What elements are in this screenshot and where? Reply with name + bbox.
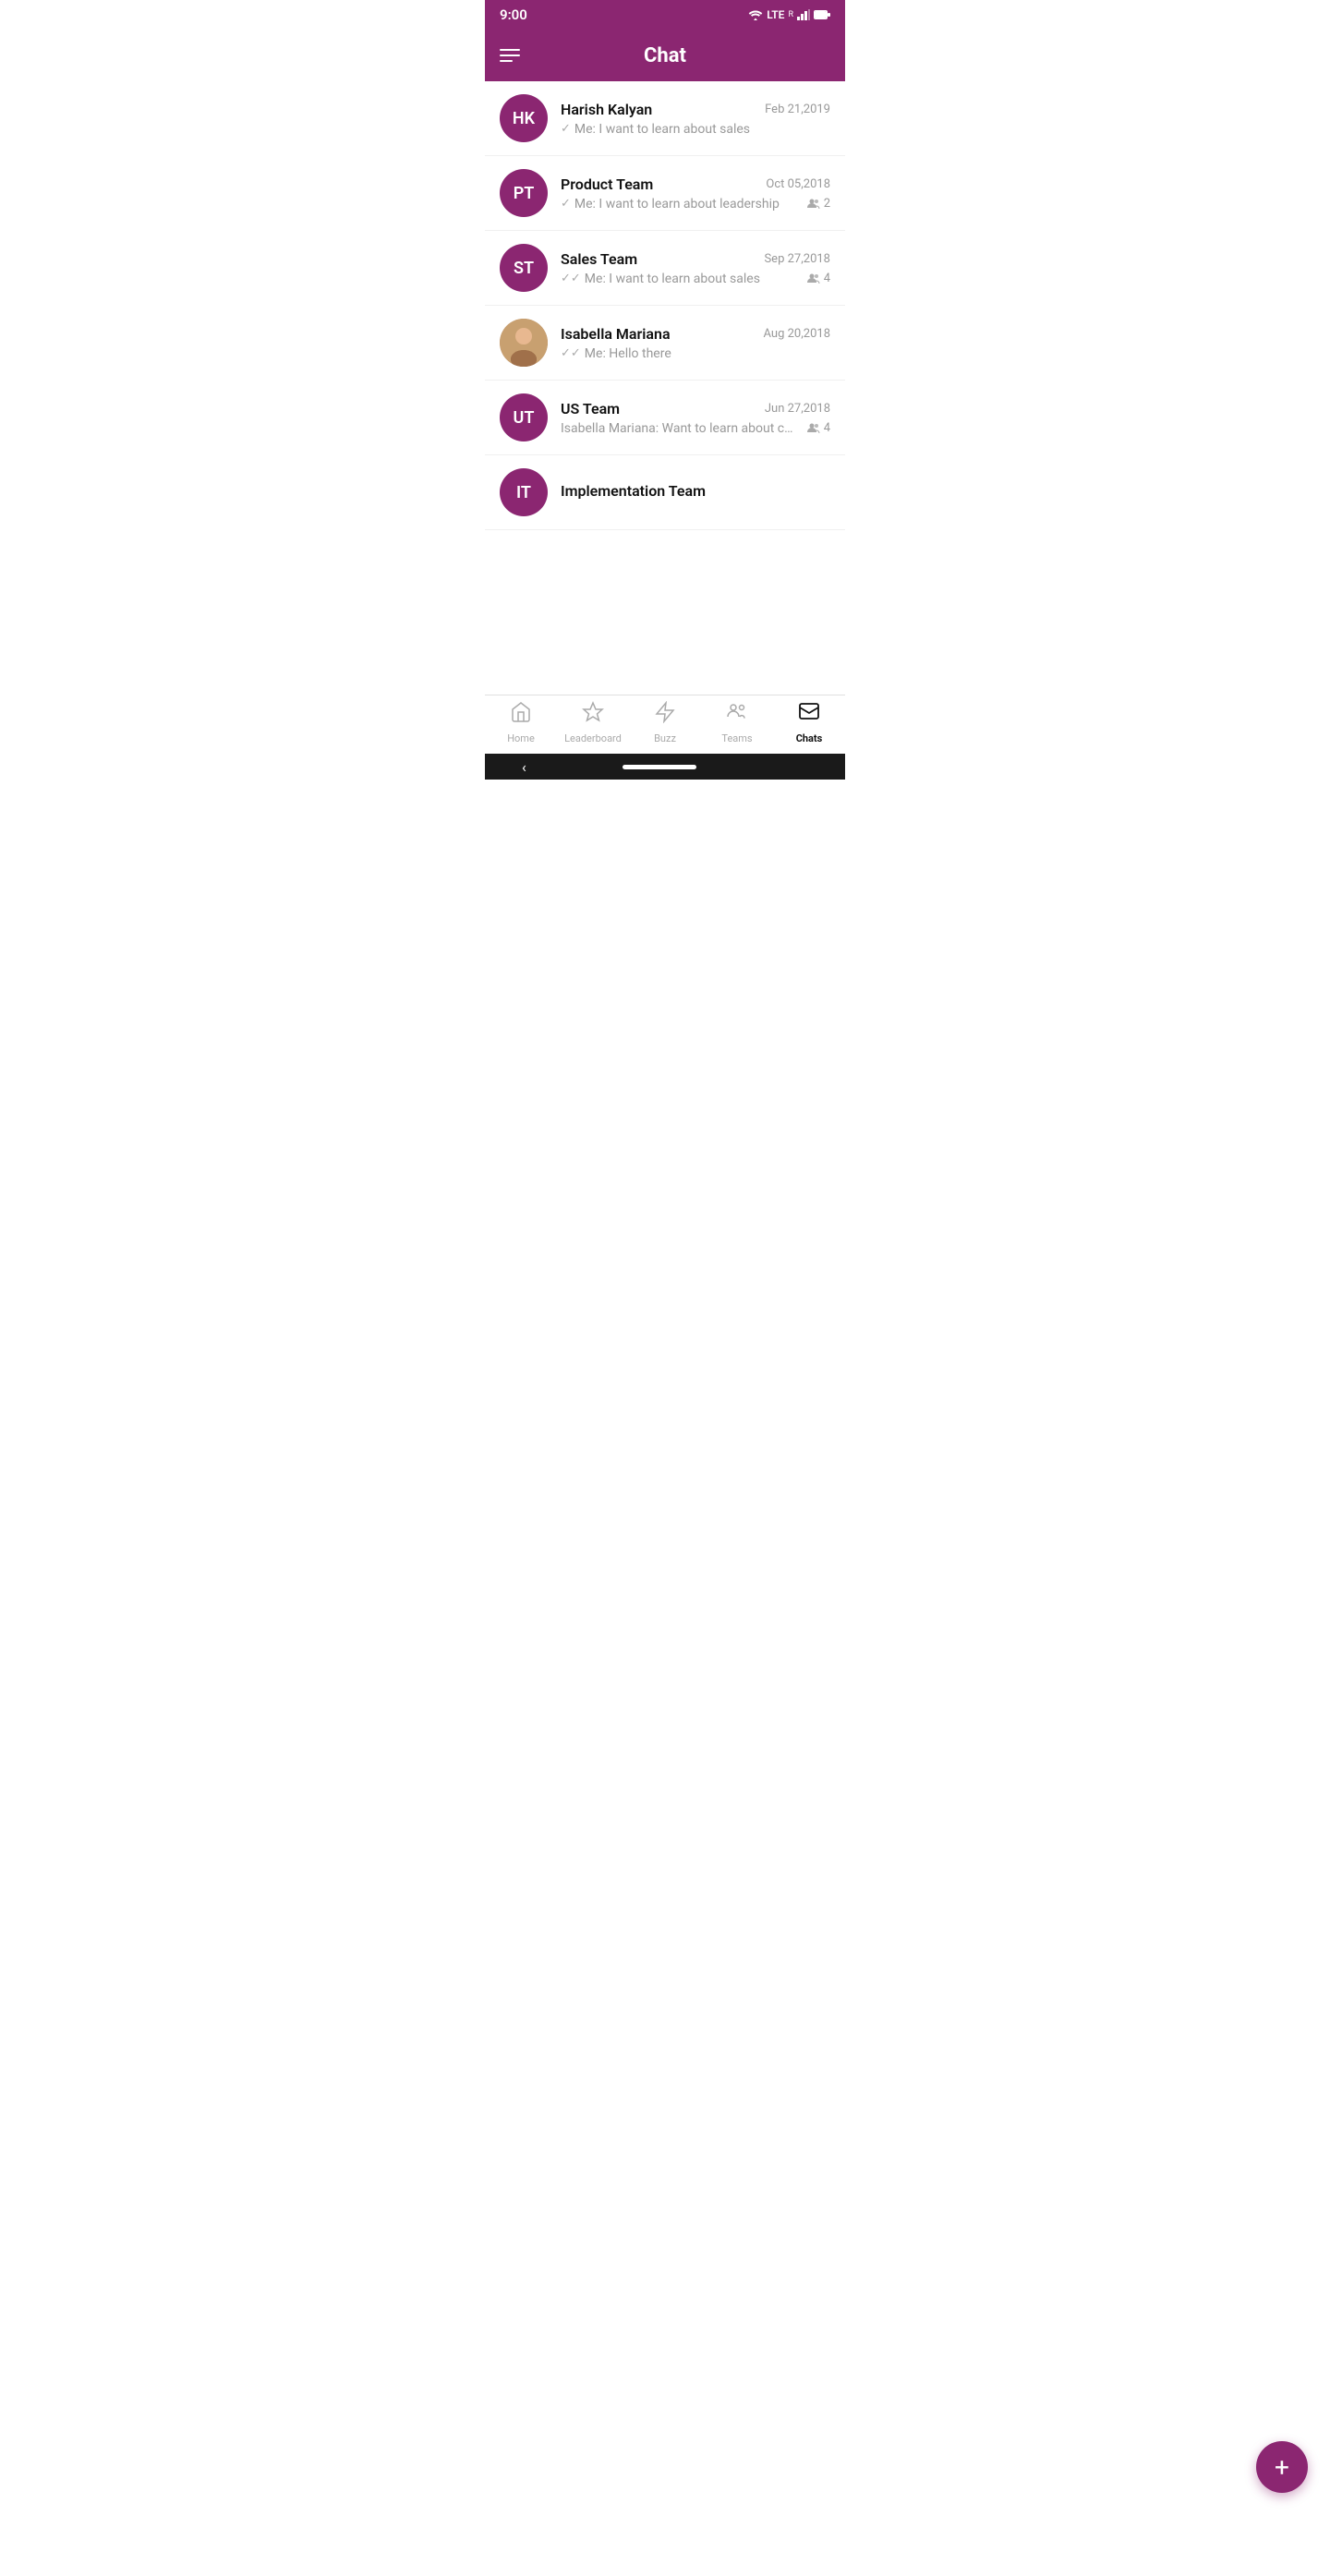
signal-icon: [797, 9, 810, 20]
chat-item-isabella-mariana[interactable]: Isabella Mariana Aug 20,2018 ✓✓ Me: Hello t…: [485, 306, 845, 381]
chat-date-isabella-mariana: Aug 20,2018: [764, 327, 831, 341]
avatar-isabella-mariana: [500, 319, 548, 367]
new-chat-button[interactable]: +: [1256, 2441, 1308, 2493]
chat-content-isabella-mariana: Isabella Mariana Aug 20,2018 ✓✓ Me: Hello t…: [561, 325, 830, 361]
chat-preview-harish-kalyan: ✓Me: I want to learn about sales: [561, 122, 750, 137]
page-title: Chat: [644, 44, 686, 67]
nav-item-chats[interactable]: Chats: [773, 701, 845, 744]
single-check-icon: ✓: [561, 197, 571, 211]
avatar-sales-team: ST: [500, 244, 548, 292]
chat-item-us-team[interactable]: UT US Team Jun 27,2018 Isabella Mariana: Wa…: [485, 381, 845, 455]
chat-preview-isabella-mariana: ✓✓ Me: Hello there: [561, 346, 671, 361]
preview-text-us-team: Isabella Mariana: Want to learn about co…: [561, 421, 800, 436]
chat-preview-us-team: Isabella Mariana: Want to learn about co…: [561, 421, 800, 436]
lte-label: LTE: [767, 8, 784, 21]
chat-name-product-team: Product Team: [561, 175, 653, 193]
home-indicator: ‹: [485, 754, 845, 780]
chat-preview-product-team: ✓Me: I want to learn about leadership: [561, 197, 780, 212]
people-icon: [807, 199, 820, 210]
bottom-nav: Home Leaderboard Buzz Teams Chats: [485, 695, 845, 754]
chat-content-product-team: Product Team Oct 05,2018 ✓Me: I want to le…: [561, 175, 830, 212]
chat-name-us-team: US Team: [561, 400, 620, 417]
chat-date-us-team: Jun 27,2018: [765, 402, 830, 416]
nav-item-buzz[interactable]: Buzz: [629, 701, 701, 744]
status-time: 9:00: [500, 6, 527, 23]
chat-name-sales-team: Sales Team: [561, 250, 637, 268]
avatar-product-team: PT: [500, 169, 548, 217]
chat-item-product-team[interactable]: PT Product Team Oct 05,2018 ✓Me: I want to …: [485, 156, 845, 231]
chat-content-sales-team: Sales Team Sep 27,2018 ✓✓ Me: I want to lea…: [561, 250, 830, 286]
home-pill[interactable]: [623, 765, 696, 769]
avatar-harish-kalyan: HK: [500, 94, 548, 142]
home-nav-label: Home: [507, 732, 535, 744]
double-check-icon: ✓✓: [561, 272, 581, 285]
chat-content-harish-kalyan: Harish Kalyan Feb 21,2019 ✓Me: I want to l…: [561, 101, 830, 137]
chat-name-harish-kalyan: Harish Kalyan: [561, 101, 652, 118]
avatar-implementation-team: IT: [500, 468, 548, 516]
buzz-nav-label: Buzz: [654, 732, 676, 744]
chat-date-product-team: Oct 05,2018: [766, 177, 830, 191]
buzz-nav-icon: [654, 701, 676, 729]
single-check-icon: ✓: [561, 122, 571, 136]
back-arrow[interactable]: ‹: [522, 758, 526, 776]
chats-nav-label: Chats: [796, 732, 823, 744]
preview-text-product-team: Me: I want to learn about leadership: [574, 197, 780, 212]
r-label: R: [788, 10, 793, 19]
nav-item-leaderboard[interactable]: Leaderboard: [557, 701, 629, 744]
chat-name-implementation-team: Implementation Team: [561, 482, 706, 500]
member-count-us-team: 4: [807, 421, 830, 435]
header: Chat: [485, 30, 845, 81]
nav-item-home[interactable]: Home: [485, 701, 557, 744]
wifi-icon: [748, 9, 763, 20]
teams-nav-icon: [726, 701, 748, 729]
people-icon: [807, 273, 820, 284]
chat-list: HKHarish KalyanFeb 21,2019✓Me: I want to…: [485, 81, 845, 695]
double-check-icon: ✓✓: [561, 346, 581, 360]
member-count-product-team: 2: [807, 197, 830, 211]
preview-text-harish-kalyan: Me: I want to learn about sales: [574, 122, 750, 137]
avatar-us-team: UT: [500, 393, 548, 441]
preview-text-isabella-mariana: Me: Hello there: [585, 346, 671, 361]
nav-item-teams[interactable]: Teams: [701, 701, 773, 744]
teams-nav-label: Teams: [721, 732, 752, 744]
people-icon: [807, 423, 820, 434]
leaderboard-nav-label: Leaderboard: [564, 732, 622, 744]
member-count-sales-team: 4: [807, 272, 830, 285]
chats-nav-icon: [798, 701, 820, 729]
chat-item-implementation-team[interactable]: IT Implementation Team: [485, 455, 845, 530]
chat-name-isabella-mariana: Isabella Mariana: [561, 325, 671, 343]
home-nav-icon: [510, 701, 532, 729]
chat-item-harish-kalyan[interactable]: HK Harish Kalyan Feb 21,2019 ✓Me: I want to…: [485, 81, 845, 156]
battery-icon: [814, 9, 830, 20]
chat-content-us-team: US Team Jun 27,2018 Isabella Mariana: Want…: [561, 400, 830, 436]
preview-text-sales-team: Me: I want to learn about sales: [585, 272, 760, 286]
chat-item-sales-team[interactable]: ST Sales Team Sep 27,2018 ✓✓ Me: I want to l…: [485, 231, 845, 306]
chat-date-harish-kalyan: Feb 21,2019: [765, 103, 830, 116]
leaderboard-nav-icon: [582, 701, 604, 729]
hamburger-menu[interactable]: [500, 49, 520, 62]
status-bar: 9:00 LTE R: [485, 0, 845, 30]
chat-date-sales-team: Sep 27,2018: [764, 252, 830, 266]
status-icons: LTE R: [748, 8, 830, 21]
chat-content-implementation-team: Implementation Team: [561, 482, 830, 503]
chat-preview-sales-team: ✓✓ Me: I want to learn about sales: [561, 272, 760, 286]
